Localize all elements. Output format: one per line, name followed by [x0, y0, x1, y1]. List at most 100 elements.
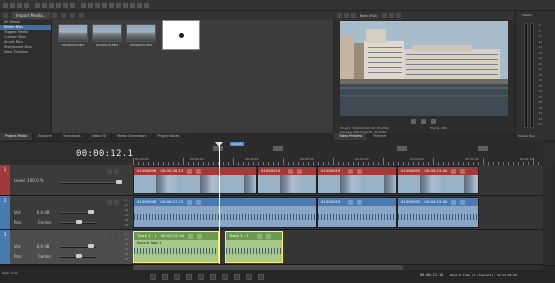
- mute-icon[interactable]: [107, 168, 112, 174]
- settings-icon[interactable]: [144, 2, 149, 8]
- event-menu-icon[interactable]: [196, 199, 202, 205]
- marker-flag[interactable]: [397, 146, 407, 151]
- preview-tab[interactable]: Trimmer: [368, 133, 393, 140]
- new-icon[interactable]: [3, 2, 8, 8]
- panel-tab[interactable]: Project Notes: [153, 133, 186, 140]
- event-menu-icon[interactable]: [460, 168, 466, 174]
- event-menu-icon[interactable]: [196, 168, 202, 174]
- go-to-end-icon[interactable]: [234, 274, 240, 280]
- get-media-icon[interactable]: [61, 13, 67, 18]
- pause-icon[interactable]: [198, 274, 204, 280]
- playback-rate[interactable]: Rate: 0.00: [2, 271, 26, 276]
- project-properties-icon[interactable]: [337, 13, 342, 18]
- track-header-audio-3[interactable]: 3 Vol: 0.0 dB Pan: Center: [0, 230, 133, 265]
- audio-event[interactable]: 01090006 00:00:27.13: [133, 197, 317, 228]
- snapshot-icon[interactable]: [388, 13, 394, 18]
- event-fx-icon[interactable]: [348, 168, 354, 174]
- audio-event[interactable]: Track 2 - 1 00:00:12.16 Record Take 1: [133, 231, 219, 263]
- split-icon[interactable]: [109, 2, 114, 8]
- play-icon[interactable]: [410, 118, 416, 124]
- media-bin-item[interactable]: Main Timeline: [0, 50, 51, 55]
- panel-tab[interactable]: Explorer: [33, 133, 58, 140]
- open-icon[interactable]: [10, 2, 15, 8]
- event-menu-icon[interactable]: [460, 199, 466, 205]
- audio-event[interactable]: 01090005 00:00:15.00: [397, 197, 479, 228]
- audio-track-lane-2[interactable]: 01090006 00:00:27.13 01090019 01090005 00:00…: [133, 196, 543, 230]
- panel-tab[interactable]: Media Generators: [112, 133, 153, 140]
- video-track-lane[interactable]: 01090006 00:00:28.13 01090019 01090019 01090…: [133, 165, 543, 196]
- properties-icon[interactable]: [24, 2, 29, 8]
- marker-flag[interactable]: [478, 146, 488, 151]
- video-event[interactable]: 01090019: [317, 166, 397, 194]
- level-slider[interactable]: [60, 182, 118, 184]
- envelope-icon[interactable]: [88, 2, 93, 8]
- event-menu-icon[interactable]: [357, 168, 363, 174]
- time-ruler[interactable]: 00:00:00 00:00:10 00:00:20 00:00:30 00:00:40…: [133, 141, 543, 165]
- audio-track-lane-3[interactable]: Track 2 - 1 00:00:12.16 Record Take 1 Track…: [133, 230, 543, 265]
- undo-icon[interactable]: [63, 2, 68, 8]
- loop-playback-icon[interactable]: [162, 274, 168, 280]
- event-menu-icon[interactable]: [196, 233, 202, 239]
- audio-event[interactable]: 01090019: [317, 197, 397, 228]
- redo-icon[interactable]: [70, 2, 75, 8]
- pan-slider-knob[interactable]: [76, 220, 82, 224]
- play-icon[interactable]: [186, 274, 192, 280]
- marker-flag[interactable]: [213, 146, 223, 151]
- import-media-button[interactable]: Import Media...: [12, 12, 51, 19]
- event-fx-icon[interactable]: [348, 199, 354, 205]
- trim-icon[interactable]: [116, 2, 121, 8]
- event-fx-icon[interactable]: [451, 199, 457, 205]
- event-fx-icon[interactable]: [256, 233, 262, 239]
- playhead-cursor[interactable]: [219, 142, 220, 264]
- media-thumb-4[interactable]: [162, 20, 200, 60]
- event-fx-icon[interactable]: [288, 168, 294, 174]
- event-fx-icon[interactable]: [187, 199, 193, 205]
- video-event[interactable]: 01090005 00:00:15.00: [397, 166, 479, 194]
- next-frame-icon[interactable]: [258, 274, 264, 280]
- stop-icon[interactable]: [430, 118, 436, 124]
- record-icon[interactable]: [150, 274, 156, 280]
- video-event[interactable]: 01090019: [257, 166, 317, 194]
- copy-snapshot-icon[interactable]: [395, 13, 401, 18]
- panel-tab[interactable]: Project Media: [0, 133, 34, 140]
- event-fx-icon[interactable]: [451, 168, 457, 174]
- panel-tab[interactable]: Video FX: [87, 133, 113, 140]
- volume-slider-knob[interactable]: [88, 244, 94, 248]
- event-menu-icon[interactable]: [265, 233, 271, 239]
- save-icon[interactable]: [17, 2, 22, 8]
- import-icon[interactable]: [3, 13, 8, 18]
- delete-icon[interactable]: [56, 2, 61, 8]
- overlay-icon[interactable]: [381, 13, 387, 18]
- stop-icon[interactable]: [210, 274, 216, 280]
- preview-fx-icon[interactable]: [344, 13, 349, 18]
- audio-event[interactable]: Track 3 - 1: [225, 231, 283, 263]
- event-fx-icon[interactable]: [187, 168, 193, 174]
- previous-frame-icon[interactable]: [246, 274, 252, 280]
- preview-tab[interactable]: Video Preview: [334, 133, 369, 140]
- event-menu-icon[interactable]: [297, 168, 303, 174]
- snap-icon[interactable]: [123, 2, 128, 8]
- level-slider-knob[interactable]: [116, 180, 122, 184]
- event-fx-icon[interactable]: [187, 233, 193, 239]
- horizontal-scroll-thumb[interactable]: [133, 265, 403, 270]
- video-event[interactable]: 01090006 00:00:28.13: [133, 166, 257, 194]
- capture-icon[interactable]: [52, 13, 58, 18]
- media-thumb-3[interactable]: 01090005.MP4: [126, 24, 156, 48]
- solo-icon[interactable]: [114, 233, 119, 239]
- track-header-audio-2[interactable]: 2 Vol: 0.0 dB Pan: Center: [0, 196, 133, 230]
- track-header-video-1[interactable]: 1 Level: 100.0 %: [0, 165, 133, 196]
- zoom-icon[interactable]: [102, 2, 107, 8]
- copy-icon[interactable]: [42, 2, 47, 8]
- mute-icon[interactable]: [107, 199, 112, 205]
- go-to-start-icon[interactable]: [222, 274, 228, 280]
- cut-icon[interactable]: [35, 2, 40, 8]
- mute-icon[interactable]: [107, 233, 112, 239]
- auto-ripple-icon[interactable]: [137, 2, 142, 8]
- media-thumb-2[interactable]: 01090019.MP4: [92, 24, 122, 48]
- remove-media-icon[interactable]: [70, 13, 76, 18]
- marker-flag[interactable]: [273, 146, 283, 151]
- pan-slider-knob[interactable]: [76, 254, 82, 258]
- split-screen-icon[interactable]: [351, 13, 356, 18]
- normal-edit-icon[interactable]: [81, 2, 86, 8]
- event-menu-icon[interactable]: [357, 199, 363, 205]
